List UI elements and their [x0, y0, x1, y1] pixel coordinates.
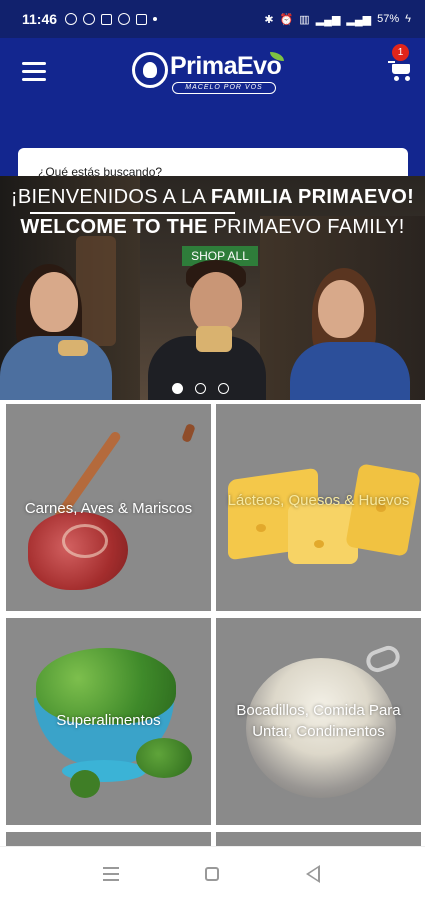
- category-label: Carnes, Aves & Mariscos: [24, 500, 193, 517]
- promo-banner[interactable]: ¡BIENVENIDOS A LA FAMILIA PRIMAEVO! WELC…: [0, 176, 425, 400]
- status-time: 11:46: [22, 11, 58, 27]
- signal-icon: ▂▄▆: [315, 13, 341, 26]
- logo-mark-icon: [132, 52, 168, 88]
- system-nav-bar: [0, 846, 425, 900]
- category-tile-superalimentos[interactable]: Superalimentos: [6, 618, 211, 825]
- volte-icon: ▥: [299, 13, 310, 26]
- status-bar: 11:46 ✱ ⏰ ▥ ▂▄▆ ▂▄▆ 57% ϟ: [0, 0, 425, 38]
- carousel-indicator: [172, 383, 229, 394]
- app-icon: [101, 13, 113, 25]
- cart-count-badge: 1: [392, 44, 409, 61]
- bluetooth-icon: ✱: [264, 13, 274, 26]
- signal-icon: ▂▄▆: [346, 13, 372, 26]
- category-tile-lacteos[interactable]: Lácteos, Quesos & Huevos: [216, 404, 421, 611]
- more-notifications-icon: [153, 17, 158, 21]
- category-grid: Carnes, Aves & Mariscos Lácteos, Quesos …: [0, 400, 425, 846]
- whatsapp-icon: [83, 13, 96, 25]
- gmail-icon: [136, 13, 148, 25]
- category-label: Bocadillos, Comida Para Untar, Condiment…: [236, 702, 401, 740]
- carousel-dot[interactable]: [172, 383, 183, 394]
- carousel-dot[interactable]: [218, 383, 229, 394]
- menu-icon[interactable]: [22, 62, 46, 82]
- brand-tagline: MACELO POR VOS: [172, 82, 276, 94]
- category-label: Superalimentos: [56, 712, 161, 729]
- alarm-icon: ⏰: [279, 13, 294, 26]
- carousel-dot[interactable]: [195, 383, 206, 394]
- recent-apps-icon[interactable]: [103, 867, 119, 881]
- category-tile-carnes[interactable]: Carnes, Aves & Mariscos: [6, 404, 211, 611]
- back-icon[interactable]: [306, 865, 320, 883]
- home-icon[interactable]: [205, 867, 219, 881]
- app-header: PrimaEvo MACELO POR VOS 1 ¿Qué estás bus…: [0, 38, 425, 196]
- category-label: Lácteos, Quesos & Huevos: [227, 492, 410, 509]
- banner-photo: [0, 176, 425, 400]
- category-tile-bocadillos[interactable]: Bocadillos, Comida Para Untar, Condiment…: [216, 618, 421, 825]
- whatsapp-icon: [65, 13, 78, 25]
- brand-name: PrimaEvo: [170, 52, 282, 80]
- battery-icon: ϟ: [405, 13, 411, 25]
- category-tile-next[interactable]: [6, 832, 211, 846]
- battery-level: 57%: [377, 13, 400, 25]
- brand-logo[interactable]: PrimaEvo MACELO POR VOS: [132, 50, 290, 96]
- location-icon: [118, 13, 131, 25]
- notification-icons: [65, 13, 158, 25]
- category-tile-next[interactable]: [216, 832, 421, 846]
- system-icons: ✱ ⏰ ▥ ▂▄▆ ▂▄▆ 57% ϟ: [264, 13, 411, 26]
